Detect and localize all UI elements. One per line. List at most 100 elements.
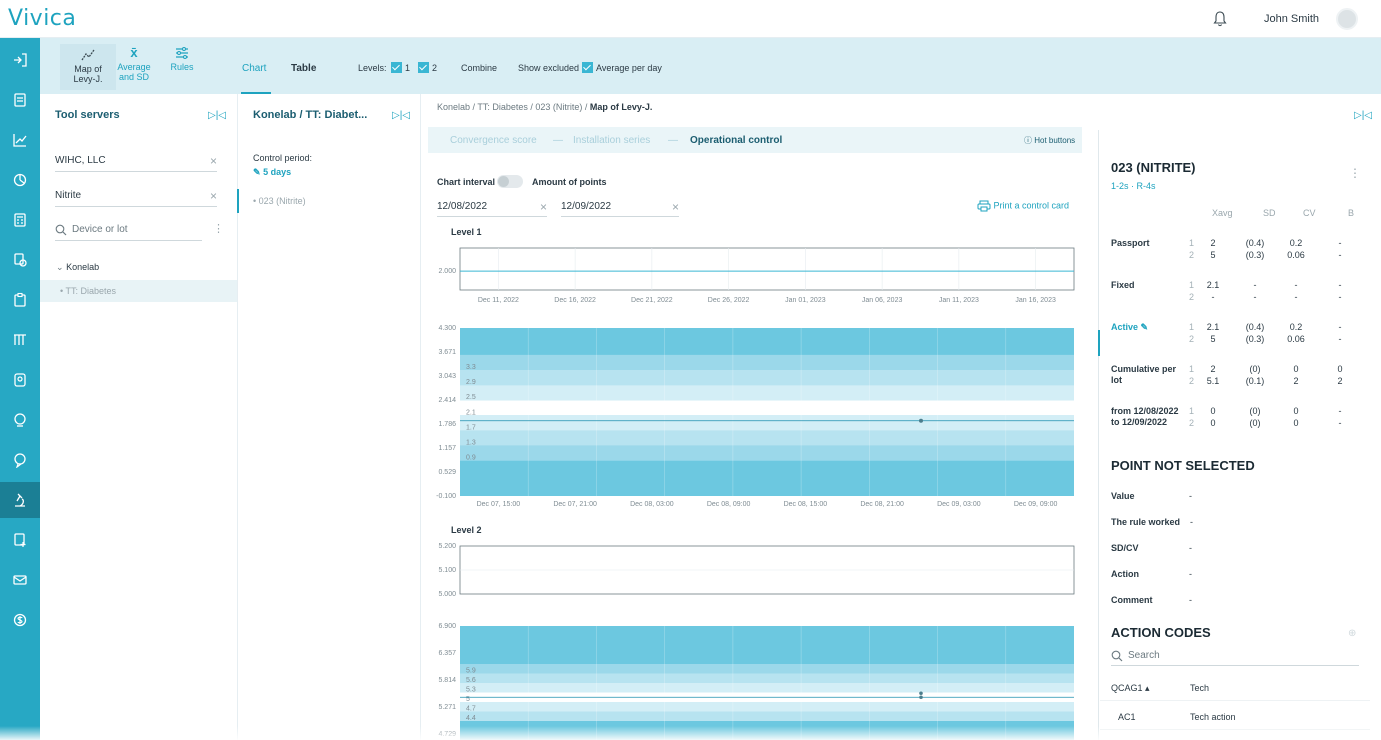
combine-toggle[interactable]: Combine bbox=[461, 63, 497, 73]
nav-chart-icon[interactable] bbox=[0, 122, 40, 158]
row-label: from 12/08/2022 to 12/09/2022 bbox=[1111, 406, 1179, 427]
level-2-checkbox[interactable]: 2 bbox=[418, 62, 437, 74]
date-to-input[interactable]: 12/09/2022 × bbox=[561, 197, 679, 217]
level-1-checkbox[interactable]: 1 bbox=[391, 62, 410, 74]
interval-toggle[interactable] bbox=[497, 175, 523, 188]
bottom-fade bbox=[0, 726, 1381, 740]
clear-icon[interactable]: × bbox=[210, 189, 217, 203]
level-2-detail-chart[interactable]: 5.95.65.354.74.46.9006.3575.8145.2714.72… bbox=[428, 618, 1088, 740]
nav-reagents-icon[interactable] bbox=[0, 242, 40, 278]
stat-value: 0.06 bbox=[1287, 334, 1305, 344]
map-levy-jennings-button[interactable]: Map of Levy-J. bbox=[60, 44, 116, 90]
tree-node-konelab[interactable]: ⌄ Konelab bbox=[56, 262, 99, 273]
line-chart-icon bbox=[80, 48, 96, 62]
company-field[interactable]: WIHC, LLC × bbox=[55, 150, 217, 172]
nav-calculator-icon[interactable] bbox=[0, 202, 40, 238]
stat-value: 0 bbox=[1293, 418, 1299, 428]
more-options-icon[interactable]: ⋮ bbox=[1349, 166, 1361, 180]
level-1-detail-chart[interactable]: 3.3 2.9 2.5 2.1 1.7 1.3 0.9 4.300 3.671 3.043 2.41… bbox=[428, 320, 1088, 520]
stat-value: 0.2 bbox=[1289, 238, 1303, 248]
collapse-panel-icon[interactable]: ▷|◁ bbox=[208, 110, 226, 121]
nav-analytics-icon[interactable] bbox=[0, 162, 40, 198]
level-2-title: Level 2 bbox=[451, 525, 482, 535]
clear-icon[interactable]: × bbox=[210, 154, 217, 168]
add-icon[interactable]: ⊕ bbox=[1348, 628, 1356, 639]
printer-icon bbox=[977, 200, 991, 212]
nav-clipboard-icon[interactable] bbox=[0, 282, 40, 318]
bell-icon[interactable] bbox=[1212, 10, 1228, 28]
show-excluded-toggle[interactable]: Show excluded bbox=[518, 63, 579, 73]
control-item[interactable]: • 023 (Nitrite) bbox=[237, 189, 420, 213]
panel-divider bbox=[420, 94, 421, 740]
nav-tubes-icon[interactable] bbox=[0, 322, 40, 358]
column-header-cv: CV bbox=[1303, 208, 1316, 218]
left-nav bbox=[0, 38, 40, 740]
band-label: 5.9 bbox=[466, 668, 476, 675]
avatar[interactable] bbox=[1336, 8, 1358, 30]
level-2-overview-chart[interactable]: 5.200 5.100 5.000 bbox=[428, 538, 1088, 604]
stat-value: 0 bbox=[1210, 406, 1216, 416]
nav-chat-icon[interactable] bbox=[0, 442, 40, 478]
nav-microscope-icon[interactable] bbox=[0, 482, 40, 518]
amount-of-points-label: Amount of points bbox=[532, 177, 607, 187]
clear-icon[interactable]: × bbox=[672, 200, 679, 214]
level-index: 1 bbox=[1189, 238, 1195, 248]
average-per-day-checkbox[interactable]: Average per day bbox=[582, 62, 662, 74]
action-code: QCAG1 ▴ bbox=[1111, 683, 1150, 693]
clear-icon[interactable]: × bbox=[540, 200, 547, 214]
y-tick-label: 5.814 bbox=[438, 677, 456, 684]
band-label: 3.3 bbox=[466, 364, 476, 371]
control-period-link[interactable]: ✎ 5 days bbox=[253, 167, 291, 178]
date-to-value: 12/09/2022 bbox=[561, 201, 612, 212]
nav-billing-icon[interactable] bbox=[0, 602, 40, 638]
nav-add-document-icon[interactable] bbox=[0, 522, 40, 558]
stat-value: (0.4) bbox=[1245, 238, 1265, 248]
point-field-label: Comment bbox=[1111, 595, 1153, 605]
tool-servers-title: Tool servers bbox=[55, 109, 120, 121]
stat-value: 2 bbox=[1293, 376, 1299, 386]
hot-buttons-link[interactable]: ⓘ Hot buttons bbox=[1024, 135, 1075, 146]
sd-band bbox=[460, 702, 1074, 712]
step-installation-series[interactable]: Installation series bbox=[573, 135, 650, 146]
step-convergence-score[interactable]: Convergence score bbox=[450, 135, 537, 146]
y-tick-label: 5.271 bbox=[438, 704, 456, 711]
tab-chart[interactable]: Chart bbox=[242, 63, 266, 74]
action-search-input[interactable]: Search bbox=[1111, 646, 1359, 666]
stat-value: 5.1 bbox=[1206, 376, 1220, 386]
stat-value: - bbox=[1338, 250, 1342, 260]
data-point bbox=[919, 418, 923, 423]
date-from-value: 12/08/2022 bbox=[437, 201, 488, 212]
point-field-value: - bbox=[1190, 517, 1193, 527]
sliders-icon bbox=[174, 46, 190, 60]
collapse-panel-icon[interactable]: ▷|◁ bbox=[392, 110, 410, 121]
point-field-label: Action bbox=[1111, 569, 1139, 579]
point-field-value: - bbox=[1189, 543, 1192, 553]
level-1-overview-chart[interactable]: Dec 11, 2022 Dec 16, 2022 Dec 21, 2022 Dec … bbox=[428, 240, 1088, 310]
tab-table[interactable]: Table bbox=[291, 63, 316, 74]
x-tick-label: Jan 16, 2023 bbox=[1015, 297, 1056, 304]
sd-band bbox=[460, 430, 1074, 446]
nav-mail-icon[interactable] bbox=[0, 562, 40, 598]
step-operational-control[interactable]: Operational control bbox=[690, 135, 782, 146]
x-tick-label: Dec 26, 2022 bbox=[708, 297, 750, 304]
nav-login-icon[interactable] bbox=[0, 42, 40, 78]
tree-node-tt-diabetes[interactable]: • TT: Diabetes bbox=[40, 280, 237, 302]
collapse-panel-icon[interactable]: ▷|◁ bbox=[1354, 110, 1372, 121]
point-field-value: - bbox=[1189, 569, 1192, 579]
row-label[interactable]: Active ✎ bbox=[1111, 322, 1185, 333]
more-options-icon[interactable]: ⋮ bbox=[213, 222, 224, 235]
rules-button[interactable]: Rules bbox=[166, 46, 198, 72]
device-search-input[interactable]: Device or lot bbox=[55, 219, 202, 241]
date-from-input[interactable]: 12/08/2022 × bbox=[437, 197, 547, 217]
rules-summary[interactable]: 1-2s · R-4s bbox=[1111, 181, 1156, 191]
x-tick-label: Dec 21, 2022 bbox=[631, 297, 673, 304]
user-name[interactable]: John Smith bbox=[1264, 13, 1319, 25]
x-tick-label: Dec 11, 2022 bbox=[478, 297, 519, 304]
nav-device-icon[interactable] bbox=[0, 362, 40, 398]
print-control-card-button[interactable]: Print a control card bbox=[977, 200, 1069, 212]
y-tick-label: 6.357 bbox=[438, 650, 456, 657]
nav-monitor-icon[interactable] bbox=[0, 402, 40, 438]
nav-documents-icon[interactable] bbox=[0, 82, 40, 118]
average-sd-button[interactable]: x̄ Average and SD bbox=[114, 46, 154, 83]
analyte-field[interactable]: Nitrite × bbox=[55, 185, 217, 207]
